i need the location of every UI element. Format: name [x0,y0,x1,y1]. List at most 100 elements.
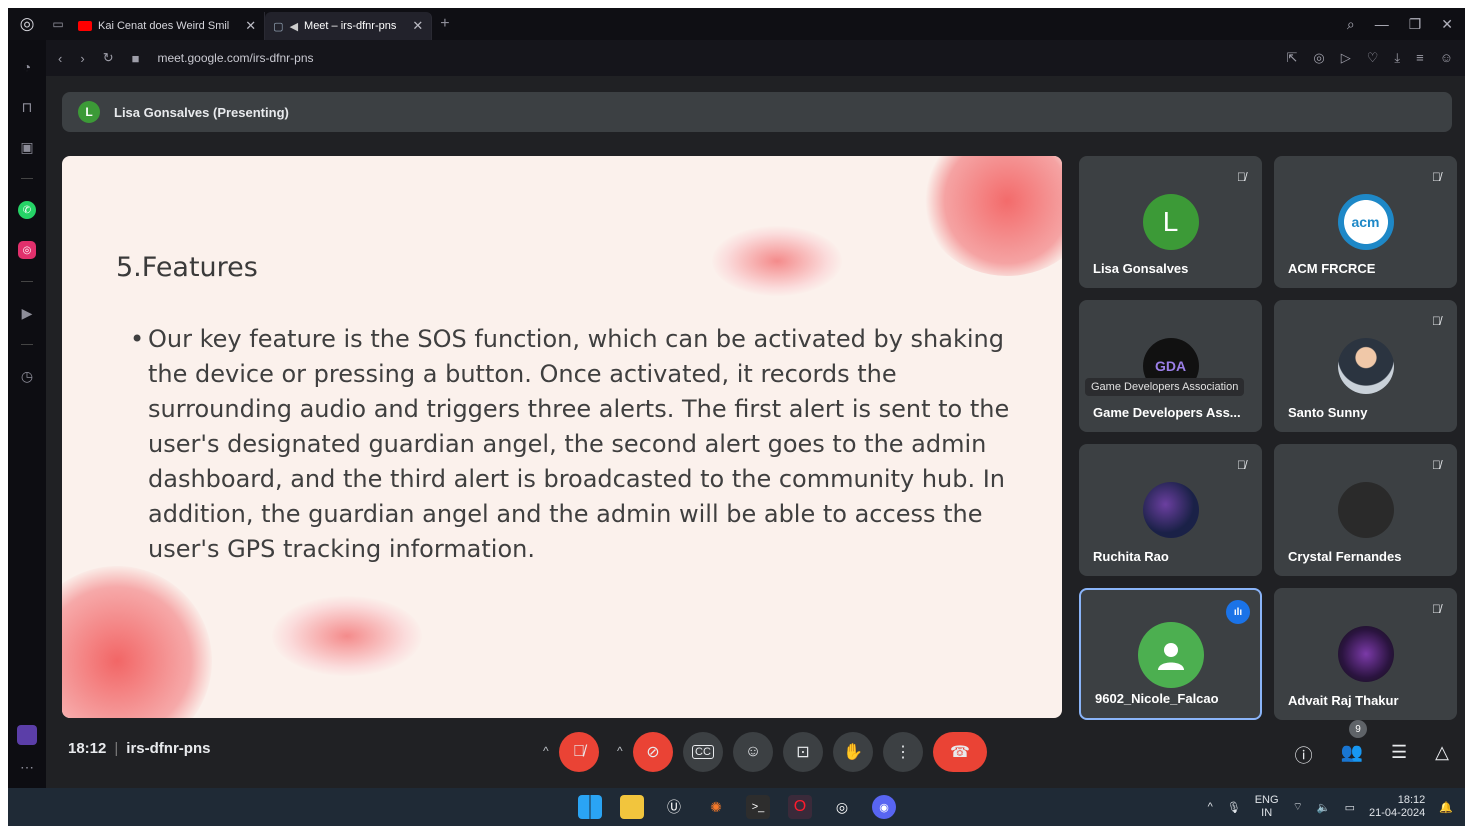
participant-tile[interactable]: 🎙̸ acm ACM FRCRCE [1274,156,1457,288]
search-tabs-icon[interactable]: ⌕ [1347,16,1355,33]
show-hidden-icons-chevron[interactable]: ^ [1208,801,1213,813]
camera-indicator-icon[interactable]: ■ [132,51,140,66]
system-tray: ^ 🎙 ENG IN ⌔ 🔈 ▭ 18:12 21-04-2024 🔔 [1208,794,1453,820]
more-icon[interactable]: ⋯ [20,759,34,776]
participant-tile[interactable]: 🎙̸ L Lisa Gonsalves [1079,156,1262,288]
slide-title: 5.Features [116,252,258,283]
forward-icon[interactable]: › [80,51,84,66]
notifications-icon[interactable]: 🔔 [1439,801,1453,814]
audio-options-chevron-icon[interactable]: ^ [543,744,549,758]
player-sidebar-icon[interactable]: ▶ [18,304,36,322]
player-icon[interactable]: ▷ [1341,50,1351,66]
new-tab-button[interactable]: + [432,15,457,33]
decorative-cloud [272,596,422,676]
tab-youtube[interactable]: Kai Cenat does Weird Smil ✕ [70,12,266,40]
present-button[interactable]: ⊡ [783,732,823,772]
shopping-bag-icon[interactable]: ⊓ [18,98,36,116]
opera-logo-icon[interactable]: ◎ [8,8,46,40]
restore-icon[interactable]: ❐ [1409,16,1422,33]
present-screen-icon: ⊡ [796,744,810,761]
close-tab-icon[interactable]: ✕ [245,18,256,34]
mic-off-icon: 🎙̸ [573,743,585,760]
instagram-icon[interactable]: ◎ [18,241,36,259]
chat-icon[interactable]: ☰ [1391,742,1407,768]
leave-call-button[interactable]: ☎ [933,732,987,772]
activities-icon[interactable]: △ [1435,742,1449,768]
file-explorer-icon[interactable] [620,795,644,819]
terminal-icon[interactable]: >_ [746,795,770,819]
reactions-button[interactable]: ☺ [733,732,773,772]
participant-name: ACM FRCRCE [1288,261,1376,276]
url-text[interactable]: meet.google.com/irs-dfnr-pns [157,51,313,65]
camera-toggle-button[interactable]: ⊘ [633,732,673,772]
participant-name: Santo Sunny [1288,405,1368,420]
video-options-chevron-icon[interactable]: ^ [617,744,623,758]
snapshot-icon[interactable]: ◎ [1313,50,1324,66]
whatsapp-icon[interactable]: ✆ [18,201,36,219]
info-icon[interactable]: ⓘ [1295,742,1313,768]
minimize-icon[interactable]: — [1375,16,1389,33]
opera-sidebar: ◔ ⊓ ▣ ✆ ◎ ▶ ◷ ⋯ [8,40,46,788]
meet-side-controls: ⓘ 👥 ☰ △ [1295,742,1449,768]
decorative-flower [62,566,212,718]
people-icon[interactable]: 👥 [1341,742,1363,768]
captions-button[interactable]: CC [683,732,723,772]
wifi-icon[interactable]: ⌔ [1293,800,1303,814]
participant-tile[interactable]: 🎙̸ Advait Raj Thakur [1274,588,1457,720]
language-indicator[interactable]: ENG IN [1255,794,1279,820]
battery-icon[interactable]: ▭ [1345,801,1355,814]
extension-icon[interactable] [17,725,37,745]
speed-dial-icon[interactable]: ◔ [18,58,36,76]
speaking-indicator-icon: ılı [1226,600,1250,624]
reload-icon[interactable]: ↻ [103,50,114,66]
raise-hand-button[interactable]: ✋ [833,732,873,772]
easy-setup-icon[interactable]: ≡ [1416,50,1424,66]
participant-name: Lisa Gonsalves [1093,261,1189,276]
captions-icon: CC [692,745,714,759]
close-tab-icon[interactable]: ✕ [412,18,423,34]
participant-tile[interactable]: 🎙̸ Crystal Fernandes [1274,444,1457,576]
participant-name: Advait Raj Thakur [1288,693,1399,708]
share-icon[interactable]: ⇱ [1286,50,1297,66]
window-controls: ⌕ — ❐ ✕ [1347,16,1465,33]
participant-tile[interactable]: GDA Game Developers Association Game Dev… [1079,300,1262,432]
volume-icon[interactable]: 🔈 [1317,801,1331,814]
workspaces-icon[interactable]: ▭ [46,17,70,31]
sidebar-divider [21,281,33,282]
participant-name: Game Developers Ass... [1093,405,1241,420]
download-icon[interactable]: ⤓ [1394,50,1400,66]
decorative-flower [922,156,1062,276]
microphone-icon[interactable]: 🎙 [1227,801,1241,814]
profile-icon[interactable]: ☺ [1440,50,1453,66]
aria-icon[interactable]: ▣ [18,138,36,156]
mic-off-icon: 🎙̸ [1237,170,1246,184]
blender-icon[interactable]: ✺ [704,795,728,819]
avatar [1337,338,1394,394]
clock[interactable]: 18:12 21-04-2024 [1369,794,1425,820]
more-options-button[interactable]: ⋮ [883,732,923,772]
participant-tile-active[interactable]: ılı 9602_Nicole_Falcao [1079,588,1262,720]
clock-time: 18:12 [1397,794,1426,806]
more-vert-icon: ⋮ [895,744,911,761]
person-icon [1157,643,1184,670]
close-window-icon[interactable]: ✕ [1441,16,1453,33]
opera-taskbar-icon[interactable]: O [788,795,812,819]
participant-tile[interactable]: 🎙̸ Ruchita Rao [1079,444,1262,576]
avatar [1337,482,1394,538]
bullet-text: Our key feature is the SOS function, whi… [148,325,1010,563]
back-icon[interactable]: ‹ [58,51,62,66]
start-icon[interactable] [578,795,602,819]
heart-icon[interactable]: ♡ [1367,50,1379,66]
participant-tile[interactable]: 🎙̸ Santo Sunny [1274,300,1457,432]
region-code: IN [1261,807,1273,819]
tab-meet[interactable]: ▢ ◀ Meet – irs-dfnr-pns ✕ [265,12,433,40]
history-icon[interactable]: ◷ [18,367,36,385]
discord-icon[interactable]: ◉ [872,795,896,819]
audio-playing-icon[interactable]: ◀ [290,20,298,33]
participant-name: Crystal Fernandes [1288,549,1402,564]
mic-toggle-button[interactable]: 🎙̸ [559,732,599,772]
chrome-icon[interactable]: ◎ [830,795,854,819]
avatar: L [1142,194,1199,250]
avatar [1137,622,1204,688]
unreal-engine-icon[interactable]: Ⓤ [662,795,686,819]
